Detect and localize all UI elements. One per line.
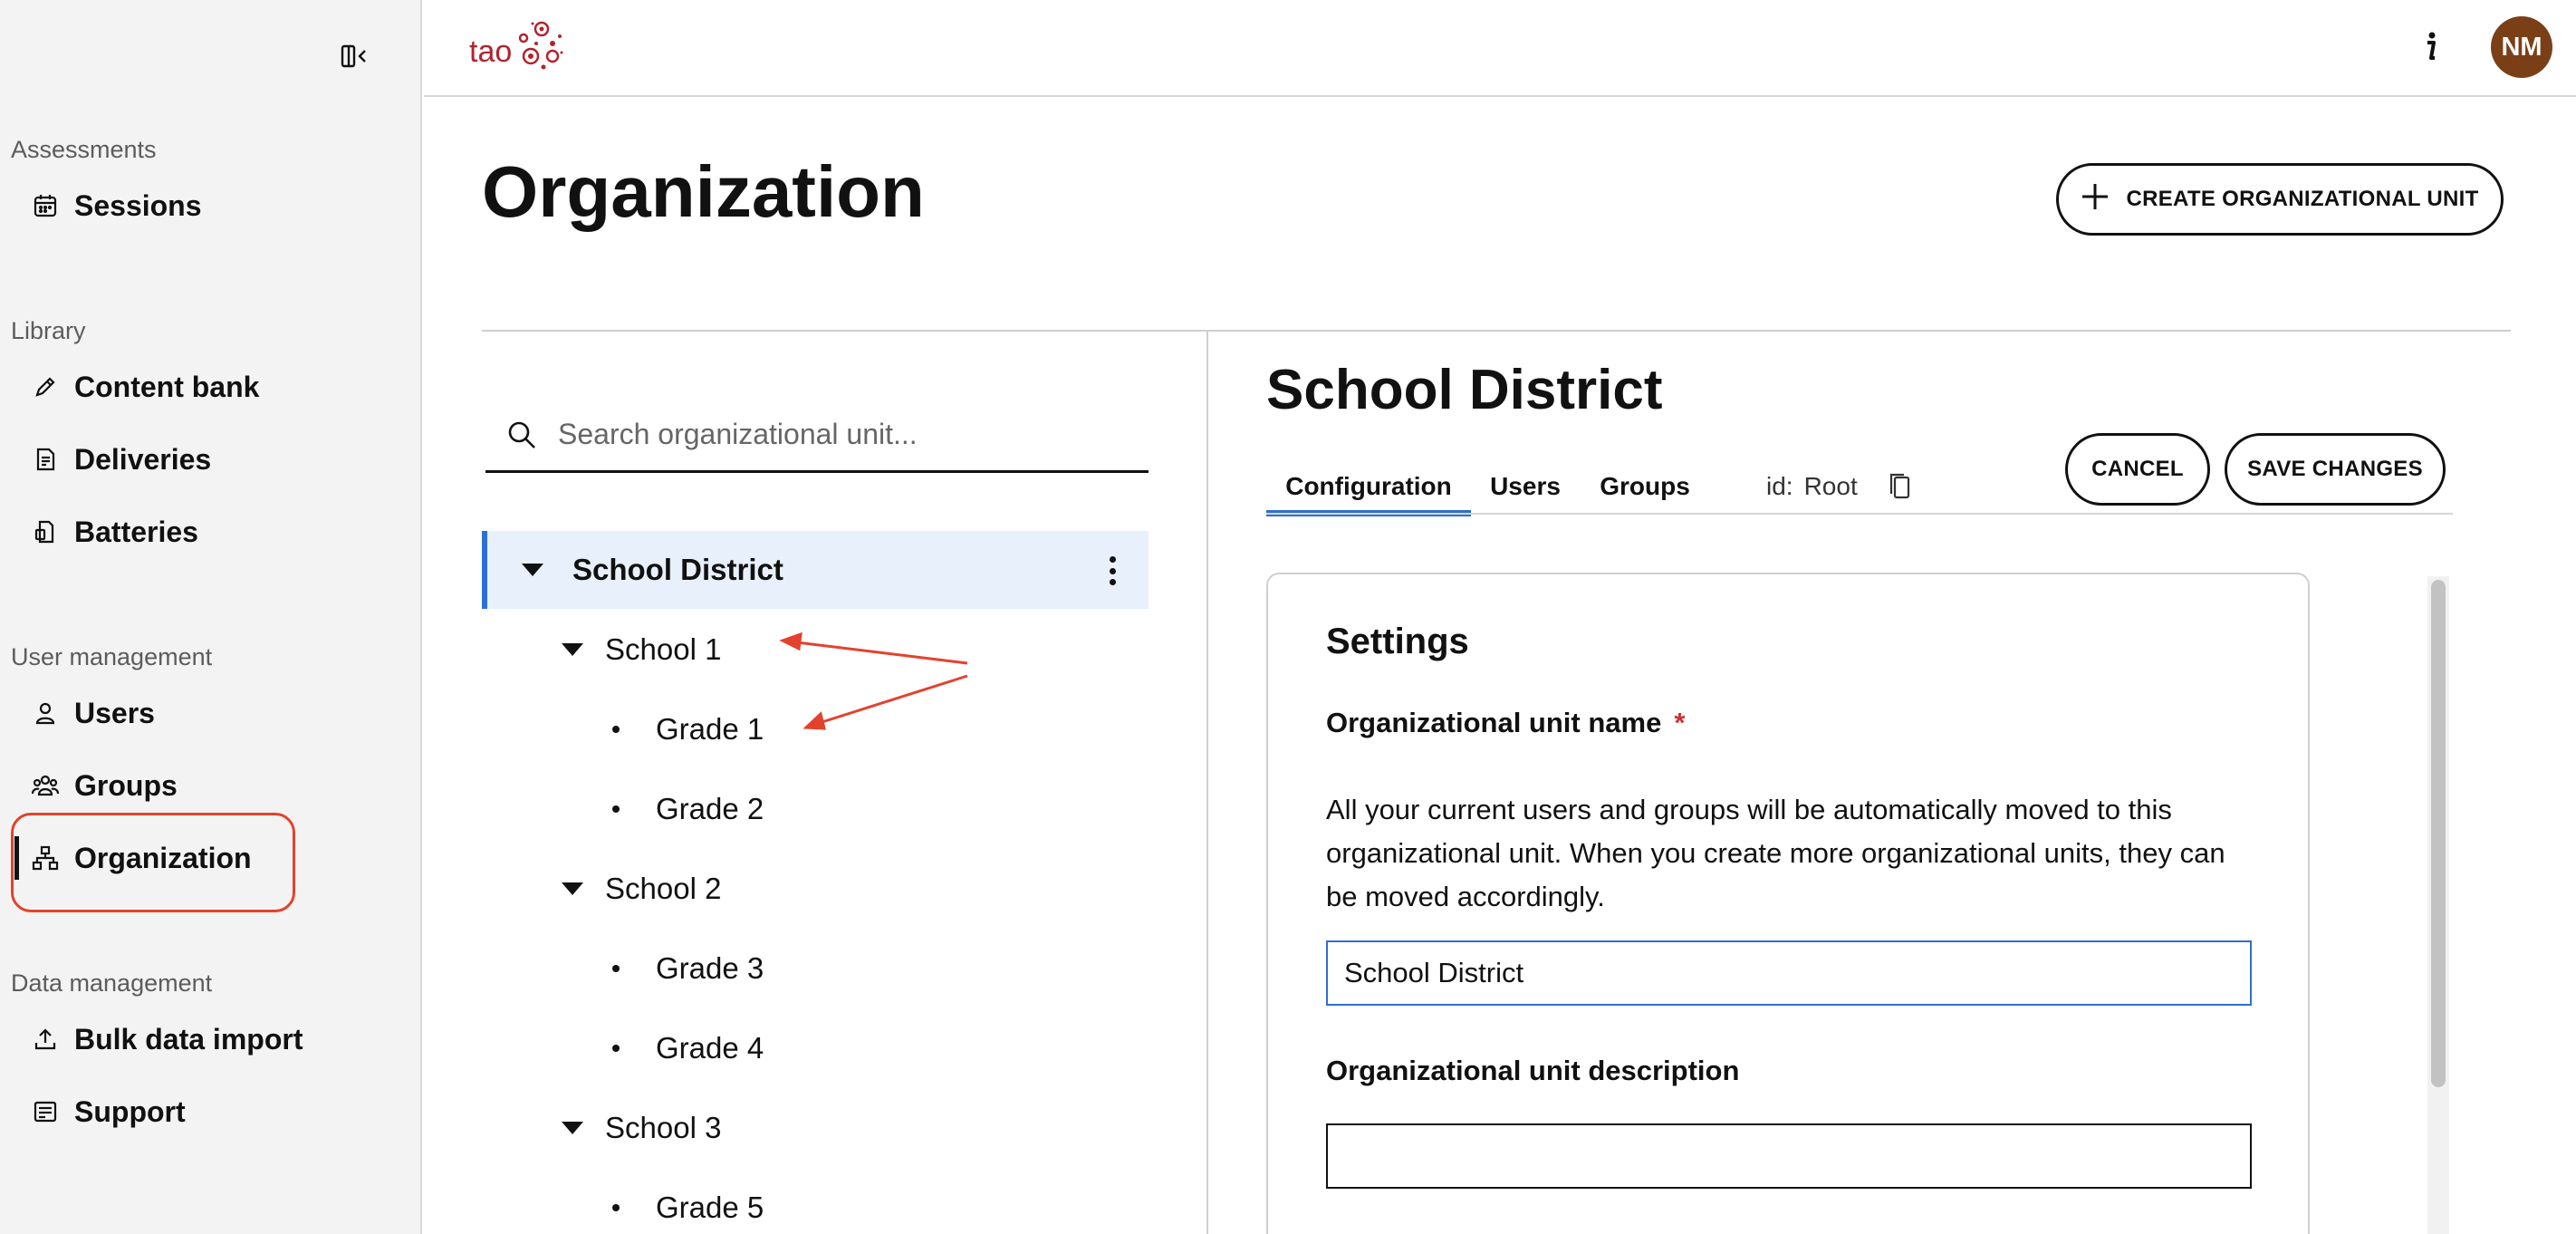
id-value: Root (1803, 472, 1858, 500)
name-label-text: Organizational unit name (1326, 707, 1662, 738)
sidebar-item-sessions[interactable]: Sessions (11, 178, 409, 233)
info-icon[interactable] (2409, 25, 2453, 69)
tree-node-label: Grade 2 (656, 792, 764, 825)
name-input[interactable] (1326, 940, 2252, 1006)
sidebar-item-content-bank[interactable]: Content bank (11, 360, 409, 414)
caret-down-icon[interactable] (522, 564, 543, 576)
tree-node-grade-4[interactable]: Grade 4 (612, 1009, 764, 1087)
tree-node-grade-3[interactable]: Grade 3 (612, 930, 764, 1007)
pencil-icon (24, 365, 67, 409)
tree-node-grade-2[interactable]: Grade 2 (612, 770, 764, 848)
tree-node-label: School 3 (605, 1111, 722, 1144)
user-icon (24, 691, 67, 735)
description-field-label: Organizational unit description (1326, 1055, 1740, 1086)
sidebar-item-label: Content bank (74, 370, 260, 403)
required-mark: * (1674, 707, 1686, 738)
copy-icon[interactable] (1881, 468, 1918, 505)
search-icon (485, 419, 558, 450)
logo-text: tao (469, 34, 512, 69)
sidebar-item-label: Support (74, 1094, 186, 1128)
caret-down-icon[interactable] (562, 643, 583, 656)
tree-node-label: Grade 1 (656, 712, 764, 746)
section-label-library: Library (11, 317, 86, 344)
search-box (485, 399, 1149, 473)
groups-icon (24, 764, 67, 807)
top-bar: tao NM (424, 0, 2576, 97)
bullet-icon (612, 726, 620, 733)
tab-configuration[interactable]: Configuration (1266, 458, 1471, 516)
tab-users[interactable]: Users (1482, 458, 1569, 515)
battery-document-icon (24, 510, 67, 554)
plus-icon (2081, 182, 2110, 217)
sidebar-item-label: Deliveries (74, 442, 212, 476)
description-input[interactable] (1326, 1123, 2252, 1189)
sidebar-item-label: Bulk data import (74, 1022, 303, 1056)
caret-down-icon[interactable] (562, 1122, 583, 1134)
divider (482, 330, 2511, 332)
annotation-highlight-box (11, 813, 295, 912)
sidebar-item-batteries[interactable]: Batteries (11, 505, 409, 559)
save-changes-button[interactable]: SAVE CHANGES (2225, 433, 2446, 506)
tao-logo[interactable]: tao (469, 16, 569, 80)
bullet-icon (612, 1045, 620, 1052)
sidebar: Assessments Sessions Library Content ban… (0, 0, 422, 1234)
detail-title: School District (1266, 359, 1663, 421)
tree-node-school-3[interactable]: School 3 (562, 1089, 721, 1167)
annotation-arrows (779, 631, 968, 730)
tree-node-school-district[interactable]: School District (482, 531, 1149, 609)
tab-groups[interactable]: Groups (1589, 458, 1701, 515)
id-info: id: Root (1766, 458, 1918, 515)
column-divider (1206, 332, 1208, 1234)
section-label-data-management: Data management (11, 969, 213, 997)
sidebar-item-label: Users (74, 696, 155, 729)
tree-node-label: School 1 (605, 632, 722, 666)
tree-node-grade-5[interactable]: Grade 5 (612, 1169, 764, 1234)
sidebar-item-support[interactable]: Support (11, 1085, 409, 1139)
tree-node-label: School District (572, 553, 783, 586)
upload-icon (24, 1017, 67, 1061)
sidebar-item-label: Sessions (74, 188, 202, 222)
id-label: id: (1766, 472, 1793, 500)
sidebar-item-label: Groups (74, 768, 178, 802)
caret-down-icon[interactable] (562, 882, 583, 895)
tree-node-label: School 2 (605, 872, 722, 905)
user-avatar[interactable]: NM (2491, 16, 2552, 78)
tree-node-label: Grade 3 (656, 951, 764, 985)
sidebar-item-groups[interactable]: Groups (11, 758, 409, 813)
help-text: All your current users and groups will b… (1326, 794, 2225, 912)
tree-node-grade-1[interactable]: Grade 1 (612, 690, 764, 768)
bullet-icon (612, 965, 620, 972)
sidebar-item-bulk-data-import[interactable]: Bulk data import (11, 1012, 409, 1066)
document-list-icon (24, 438, 67, 481)
settings-card: Settings Organizational unit name * All y… (1266, 573, 2310, 1234)
sidebar-item-label: Batteries (74, 515, 198, 548)
create-organizational-unit-button[interactable]: CREATE ORGANIZATIONAL UNIT (2056, 163, 2504, 236)
calendar-icon (24, 184, 67, 227)
tree-node-school-1[interactable]: School 1 (562, 611, 721, 689)
sidebar-item-deliveries[interactable]: Deliveries (11, 432, 409, 487)
section-label-user-management: User management (11, 643, 213, 670)
settings-title: Settings (1326, 622, 1469, 661)
cancel-button[interactable]: CANCEL (2065, 433, 2210, 506)
more-options-icon[interactable] (1107, 556, 1118, 585)
support-form-icon (24, 1090, 67, 1133)
scrollbar-thumb[interactable] (2431, 580, 2446, 1087)
bullet-icon (612, 805, 620, 813)
sidebar-item-users[interactable]: Users (11, 686, 409, 740)
bullet-icon (612, 1204, 620, 1211)
tree-node-label: Grade 4 (656, 1031, 764, 1065)
name-field-label: Organizational unit name * (1326, 707, 1685, 739)
collapse-sidebar-icon[interactable] (339, 40, 371, 72)
app-window: Assessments Sessions Library Content ban… (0, 0, 2576, 1234)
section-label-assessments: Assessments (11, 136, 157, 163)
search-input[interactable] (558, 418, 1120, 451)
page-title: Organization (482, 151, 925, 232)
create-button-label: CREATE ORGANIZATIONAL UNIT (2126, 187, 2479, 211)
tree-node-label: Grade 5 (656, 1191, 764, 1224)
tree-node-school-2[interactable]: School 2 (562, 850, 721, 928)
